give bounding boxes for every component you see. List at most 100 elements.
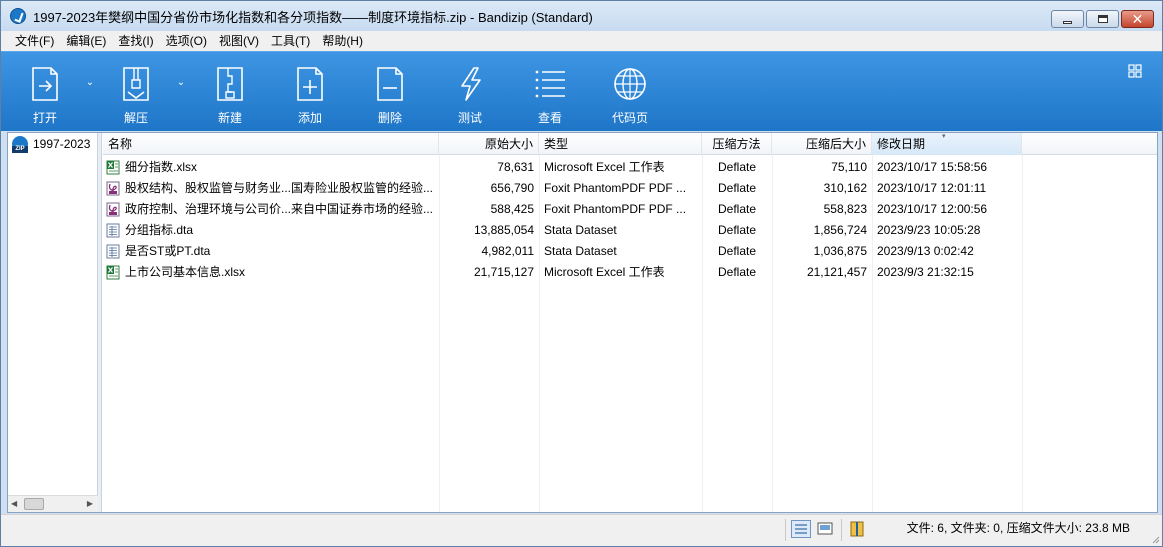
menu-help[interactable]: 帮助(H) [316, 31, 369, 51]
close-button[interactable]: ✕ [1121, 10, 1154, 28]
cell-type: Stata Dataset [544, 244, 617, 258]
details-view-icon[interactable] [791, 520, 811, 538]
column-method-label: 压缩方法 [712, 137, 761, 151]
cell-modified: 2023/10/17 12:01:11 [877, 181, 987, 195]
menu-view[interactable]: 视图(V) [213, 31, 265, 51]
test-button[interactable]: 测试 [438, 52, 502, 132]
minimize-icon [1063, 20, 1072, 24]
excel-icon [106, 160, 120, 175]
delete-label: 删除 [377, 111, 402, 125]
cell-original-size: 588,425 [490, 202, 534, 216]
archive-info-icon[interactable] [847, 520, 867, 538]
add-button[interactable]: 添加 [278, 52, 342, 132]
cell-modified: 2023/9/13 0:02:42 [877, 244, 974, 258]
cell-method: Deflate [717, 181, 757, 195]
menu-tools[interactable]: 工具(T) [265, 31, 316, 51]
excel-icon [106, 265, 120, 280]
menu-file[interactable]: 文件(F) [9, 31, 60, 51]
extract-button[interactable]: 解压 [104, 52, 168, 132]
column-header-modified[interactable]: ▾ 修改日期 [872, 133, 1022, 155]
column-header-type[interactable]: 类型 [539, 133, 702, 155]
file-row[interactable]: 政府控制、治理环境与公司价...来自中国证券市场的经验... 588,425 Fox… [103, 199, 1157, 220]
column-name-label: 名称 [108, 137, 133, 151]
cell-method: Deflate [717, 160, 757, 174]
cell-name: 分组指标.dta [125, 223, 194, 237]
file-row[interactable]: 细分指数.xlsx 78,631 Microsoft Excel 工作表 Deflat… [103, 157, 1157, 178]
cell-original-size: 13,885,054 [473, 223, 534, 237]
scrollbar-thumb[interactable] [24, 498, 44, 510]
window-controls: ✕ [1051, 10, 1154, 28]
title-bar[interactable]: 1997-2023年樊纲中国分省份市场化指数和各分项指数——制度环境指标.zip… [1, 1, 1162, 31]
pdf-icon [106, 202, 120, 217]
column-original-size-label: 原始大小 [484, 137, 533, 151]
extract-dropdown-arrow[interactable]: ⌄ [175, 78, 187, 88]
window-title: 1997-2023年樊纲中国分省份市场化指数和各分项指数——制度环境指标.zip… [33, 9, 593, 25]
pane-splitter[interactable] [98, 133, 102, 512]
status-summary: 文件: 6, 文件夹: 0, 压缩文件大小: 23.8 MB [906, 521, 1130, 535]
file-list: 名称 原始大小 类型 压缩方法 压缩后大小 ▾ 修改日期 细分指数.xlsx 78… [103, 133, 1157, 512]
view-button[interactable]: 查看 [518, 52, 582, 132]
cell-type: Foxit PhantomPDF PDF ... [544, 181, 687, 195]
cell-original-size: 21,715,127 [473, 265, 534, 279]
menu-edit[interactable]: 编辑(E) [60, 31, 112, 51]
cell-original-size: 78,631 [497, 160, 534, 174]
open-dropdown-arrow[interactable]: ⌄ [84, 78, 96, 88]
maximize-button[interactable] [1086, 10, 1119, 28]
column-header-original-size[interactable]: 原始大小 [439, 133, 539, 155]
cell-type: Foxit PhantomPDF PDF ... [544, 202, 687, 216]
delete-button[interactable]: 删除 [358, 52, 422, 132]
cell-compressed-size: 558,823 [823, 202, 867, 216]
scroll-right-arrow-icon[interactable]: ▶ [87, 499, 93, 508]
status-separator [785, 519, 786, 541]
status-bar: 文件: 6, 文件夹: 0, 压缩文件大小: 23.8 MB [1, 514, 1162, 546]
codepage-label: 代码页 [611, 111, 648, 125]
resize-grip-icon[interactable] [1150, 534, 1160, 544]
tree-item-label: 1997-2023 [33, 137, 91, 151]
cell-original-size: 656,790 [490, 181, 534, 195]
file-row[interactable]: 上市公司基本信息.xlsx 21,715,127 Microsoft Excel 工… [103, 262, 1157, 283]
open-label: 打开 [32, 111, 57, 125]
file-row[interactable]: 股权结构、股权监管与财务业...国寿险业股权监管的经验... 656,790 Fox… [103, 178, 1157, 199]
bandizip-app-icon[interactable] [10, 8, 26, 24]
cell-compressed-size: 1,036,875 [813, 244, 867, 258]
layout-toggle-icon[interactable] [1128, 64, 1142, 78]
extract-label: 解压 [123, 111, 148, 125]
column-modified-label: 修改日期 [877, 137, 926, 151]
cell-name: 股权结构、股权监管与财务业...国寿险业股权监管的经验... [125, 181, 434, 195]
globe-icon [614, 68, 646, 100]
tree-item-root[interactable]: ZIP 1997-2023 [12, 135, 98, 153]
bandizip-window: 1997-2023年樊纲中国分省份市场化指数和各分项指数——制度环境指标.zip… [0, 0, 1163, 547]
codepage-button[interactable]: 代码页 [598, 52, 662, 132]
cell-method: Deflate [717, 244, 757, 258]
cell-type: Stata Dataset [544, 223, 617, 237]
tree-horizontal-scrollbar[interactable]: ◀ ▶ [8, 495, 98, 512]
menu-find[interactable]: 查找(I) [112, 31, 159, 51]
list-header: 名称 原始大小 类型 压缩方法 压缩后大小 ▾ 修改日期 [103, 133, 1157, 155]
scroll-left-arrow-icon[interactable]: ◀ [11, 499, 17, 508]
file-row[interactable]: 是否ST或PT.dta 4,982,011 Stata Dataset Deflate… [103, 241, 1157, 262]
column-header-method[interactable]: 压缩方法 [702, 133, 772, 155]
open-button[interactable]: 打开 [13, 52, 77, 132]
menu-options[interactable]: 选项(O) [160, 31, 213, 51]
maximize-icon [1097, 15, 1108, 23]
column-type-label: 类型 [544, 137, 569, 151]
open-archive-icon [32, 67, 58, 101]
minimize-button[interactable] [1051, 10, 1084, 28]
new-label: 新建 [217, 111, 242, 125]
extract-icon [123, 67, 149, 101]
cell-compressed-size: 1,856,724 [813, 223, 867, 237]
stata-icon [106, 244, 120, 259]
cell-type: Microsoft Excel 工作表 [544, 160, 665, 174]
cell-name: 细分指数.xlsx [125, 160, 198, 174]
cell-modified: 2023/10/17 12:00:56 [877, 202, 988, 216]
stata-icon [106, 223, 120, 238]
add-file-icon [297, 67, 323, 101]
column-header-name[interactable]: 名称 [103, 133, 439, 155]
add-label: 添加 [297, 111, 322, 125]
new-button[interactable]: 新建 [198, 52, 262, 132]
pdf-icon [106, 181, 120, 196]
content-area: ZIP 1997-2023 ◀ ▶ 名称 原始大小 类型 压缩方法 压缩后大小 … [7, 132, 1158, 513]
thumbnail-view-icon[interactable] [815, 520, 835, 538]
file-row[interactable]: 分组指标.dta 13,885,054 Stata Dataset Deflate 1,… [103, 220, 1157, 241]
column-header-compressed-size[interactable]: 压缩后大小 [772, 133, 872, 155]
